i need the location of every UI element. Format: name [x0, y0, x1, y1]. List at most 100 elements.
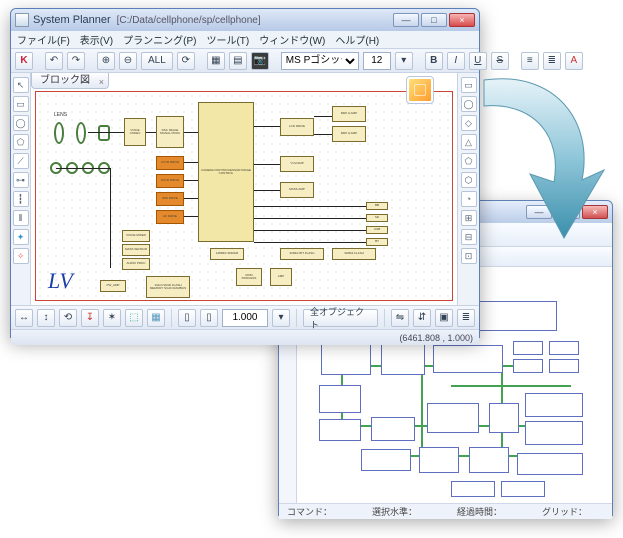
block[interactable]: LCD DRIVE	[280, 118, 314, 136]
select-all-button[interactable]: ALL	[141, 52, 173, 70]
strike-button[interactable]: S	[491, 52, 509, 70]
rect-tool[interactable]: ▭	[13, 96, 29, 112]
align-center-button[interactable]: ≣	[543, 52, 561, 70]
menu-window[interactable]: ウィンドウ(W)	[259, 32, 325, 47]
block[interactable]: MIDI & AMP	[332, 126, 366, 142]
pointer-tool[interactable]: ↖	[13, 77, 29, 93]
preview-thumbnail[interactable]	[407, 77, 433, 103]
right-tool[interactable]: ◯	[461, 96, 477, 112]
layers-button[interactable]: ≣	[457, 309, 475, 327]
lock-button[interactable]: ▣	[435, 309, 453, 327]
snap-tool[interactable]: ✶	[103, 309, 121, 327]
right-tool[interactable]: ◇	[461, 115, 477, 131]
crosshair-tool[interactable]: ✦	[13, 229, 29, 245]
right-tool[interactable]: ▭	[461, 77, 477, 93]
connector-tool[interactable]: ⊶	[13, 172, 29, 188]
zoom-in-button[interactable]: ⊕	[97, 52, 115, 70]
grid-button[interactable]: ▦	[207, 52, 225, 70]
hflip-button[interactable]: ⇋	[391, 309, 409, 327]
right-tool[interactable]: ⊞	[461, 210, 477, 226]
block[interactable]: VOICE CODEC	[124, 118, 146, 146]
page-tool-2[interactable]: ▯	[200, 309, 218, 327]
block[interactable]: BB	[366, 202, 388, 210]
bold-button[interactable]: B	[425, 52, 443, 70]
block[interactable]: AMP	[270, 268, 292, 286]
group-tool[interactable]: ▦	[147, 309, 165, 327]
menu-file[interactable]: ファイル(F)	[17, 32, 70, 47]
maximize-button[interactable]: □	[554, 205, 580, 219]
align-tool[interactable]: ┇	[13, 191, 29, 207]
maximize-button[interactable]: □	[421, 13, 447, 27]
underline-button[interactable]: U	[469, 52, 487, 70]
vflip-button[interactable]: ⇵	[413, 309, 431, 327]
redo-button[interactable]: ↷	[67, 52, 85, 70]
block[interactable]: 32Mbit FLASH	[332, 248, 376, 260]
block[interactable]: MIDI & AMP	[332, 106, 366, 122]
right-tool[interactable]: ⬠	[461, 153, 477, 169]
block[interactable]: MASS SENSOR	[122, 244, 150, 256]
right-tool[interactable]: ◔	[461, 191, 477, 207]
block-orange[interactable]: CCTR DRIVE	[156, 156, 184, 170]
block-center[interactable]: CAMERA DSP PROCESSOR IMAGE CONTROL	[198, 102, 254, 242]
block[interactable]: 1Gbit NAND FLASH MEMORY SCAN RAMBUS	[146, 276, 190, 298]
close-tab-icon[interactable]: ×	[99, 75, 104, 90]
main-titlebar[interactable]: System Planner [C:/Data/cellphone/sp/cel…	[11, 9, 479, 31]
rotate-tool[interactable]: ⟲	[59, 309, 77, 327]
menu-view[interactable]: 表示(V)	[80, 32, 113, 47]
zoom-out-button[interactable]: ⊖	[119, 52, 137, 70]
block-orange[interactable]: IRIS DRIVE	[156, 192, 184, 206]
pan-tool[interactable]: ↔	[15, 309, 33, 327]
block[interactable]: BT	[366, 238, 388, 246]
right-tool[interactable]: ⬡	[461, 172, 477, 188]
block[interactable]: PW_AMP	[100, 280, 126, 292]
camera-icon[interactable]: 📷	[251, 52, 269, 70]
block[interactable]: AUDIO PROC	[122, 258, 150, 270]
diagram-canvas[interactable]: LENS VOICE CODEC DSC IMAGE SIGNAL PROC C…	[35, 91, 453, 301]
zoom-spinner[interactable]: ▾	[272, 309, 290, 327]
node-tool[interactable]: ✧	[13, 248, 29, 264]
block[interactable]: USB	[366, 226, 388, 234]
logo-button[interactable]: K	[15, 52, 33, 70]
menu-plan[interactable]: プランニング(P)	[123, 32, 196, 47]
ellipse-tool[interactable]: ◯	[13, 115, 29, 131]
canvas-area[interactable]: ブロック図 × LENS VOICE CODEC DSC IMAGE SIGNA…	[31, 73, 457, 305]
refresh-button[interactable]: ⟳	[177, 52, 195, 70]
font-select[interactable]: MS Pゴシック	[281, 52, 359, 70]
block[interactable]: ROM PROCESS	[236, 268, 262, 286]
zoom-input[interactable]	[222, 309, 268, 327]
line-tool[interactable]: ⟋	[13, 153, 29, 169]
block[interactable]: VOICE MIXER	[122, 230, 150, 242]
minimize-button[interactable]: —	[393, 13, 419, 27]
right-tool[interactable]: ⊡	[461, 248, 477, 264]
block-orange[interactable]: AF DRIVE	[156, 210, 184, 224]
block[interactable]: MASS AMP	[280, 182, 314, 198]
pan-tool-v[interactable]: ↕	[37, 309, 55, 327]
palette-tool[interactable]: ⬚	[125, 309, 143, 327]
undo-button[interactable]: ↶	[45, 52, 63, 70]
menu-tools[interactable]: ツール(T)	[206, 32, 249, 47]
layer-button[interactable]: ▤	[229, 52, 247, 70]
poly-tool[interactable]: ⬠	[13, 134, 29, 150]
block[interactable]: YUV/AMP	[280, 156, 314, 172]
align-left-button[interactable]: ≡	[521, 52, 539, 70]
zoom-objects-button[interactable]: 全オブジェクト	[303, 309, 378, 327]
block[interactable]: DSC IMAGE SIGNAL PROC	[156, 116, 184, 148]
right-tool[interactable]: △	[461, 134, 477, 150]
close-button[interactable]: ×	[582, 205, 608, 219]
block[interactable]: SD	[366, 214, 388, 222]
close-button[interactable]: ×	[449, 13, 475, 27]
size-spinner[interactable]: ▾	[395, 52, 413, 70]
page-tool[interactable]: ▯	[178, 309, 196, 327]
menu-help[interactable]: ヘルプ(H)	[335, 32, 379, 47]
document-tab[interactable]: ブロック図 ×	[31, 73, 109, 89]
right-tool[interactable]: ⊟	[461, 229, 477, 245]
minimize-button[interactable]: —	[526, 205, 552, 219]
measure-tool[interactable]: ↧	[81, 309, 99, 327]
block[interactable]: 128Mbit SDRAM	[210, 248, 244, 260]
italic-button[interactable]: I	[447, 52, 465, 70]
distribute-tool[interactable]: ⫴	[13, 210, 29, 226]
text-color-button[interactable]: A	[565, 52, 583, 70]
block-orange[interactable]: SUTR DRIVE	[156, 174, 184, 188]
block[interactable]: 32Mbit BIT FLASH	[280, 248, 324, 260]
font-size-input[interactable]	[363, 52, 391, 70]
